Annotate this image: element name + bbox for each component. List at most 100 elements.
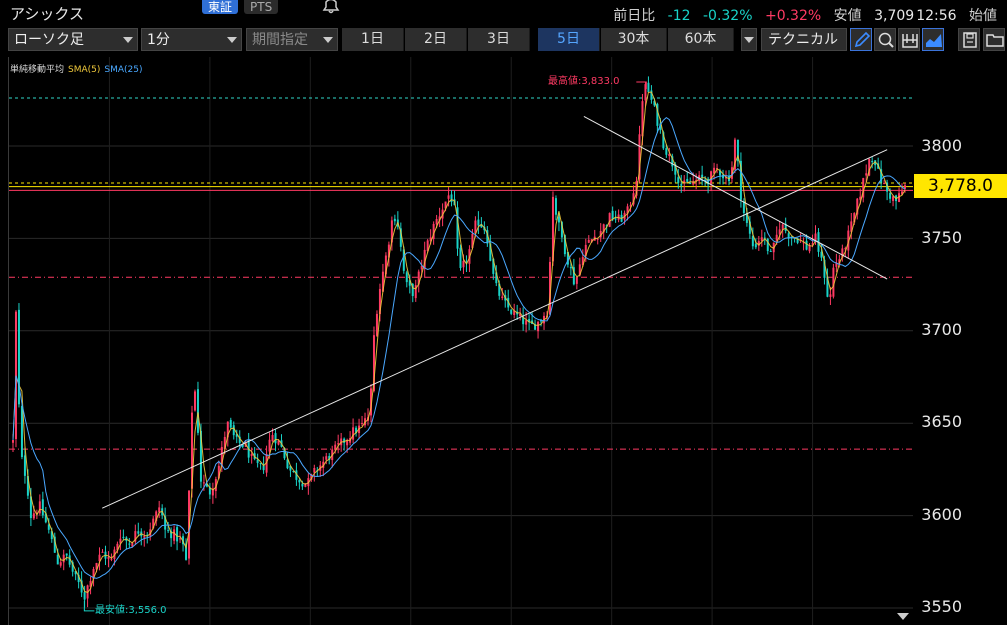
- candle-body: [769, 250, 772, 252]
- candle-body: [435, 219, 438, 225]
- candle-body: [122, 536, 125, 538]
- candle-body: [268, 439, 271, 452]
- price-chart[interactable]: [8, 57, 913, 625]
- range-60-bars-button[interactable]: 60本: [668, 28, 734, 51]
- candle-body: [677, 177, 680, 183]
- candle-body: [14, 311, 17, 439]
- low-value: 3,709: [874, 8, 915, 24]
- candle-body: [62, 554, 65, 563]
- legend-title: 単純移動平均: [10, 65, 65, 75]
- candle-body: [680, 184, 683, 186]
- candle-body: [829, 294, 832, 297]
- save-button[interactable]: [958, 28, 980, 51]
- candle-body: [575, 277, 578, 284]
- candle-body: [298, 479, 301, 483]
- period-select[interactable]: 期間指定: [246, 28, 338, 51]
- y-tick-label: 3700: [921, 320, 962, 339]
- zoom-icon: [878, 32, 894, 48]
- save-icon: [963, 32, 977, 48]
- folder-button[interactable]: [983, 28, 1005, 51]
- quote-summary: 前日比 -12 -0.32% +0.32% 安値 3,709 12:56 始値: [605, 5, 997, 25]
- alert-bell-icon[interactable]: [320, 0, 342, 14]
- y-tick-label: 3800: [921, 136, 962, 155]
- range-30-bars-button[interactable]: 30本: [601, 28, 667, 51]
- candle-body: [313, 467, 316, 473]
- candle-body: [405, 272, 408, 283]
- folder-icon: [986, 34, 1004, 47]
- candle-body: [611, 210, 614, 220]
- chevron-down-icon: [744, 37, 754, 43]
- candle-body: [474, 220, 477, 234]
- candle-body: [83, 592, 86, 600]
- indicator-legend: 単純移動平均 SMA(5) SMA(25): [10, 62, 143, 75]
- candle-body: [525, 320, 528, 325]
- high-price-label: 最高値:3,833.0: [548, 76, 620, 87]
- market-tab-tse[interactable]: 東証: [202, 0, 239, 14]
- candle-body: [101, 551, 104, 553]
- range-5d-button[interactable]: 5日: [538, 28, 600, 51]
- candle-body: [871, 161, 874, 163]
- low-label: 安値: [833, 8, 862, 24]
- range-1d-button[interactable]: 1日: [342, 28, 404, 51]
- pen-tool-button[interactable]: [850, 28, 872, 51]
- range-more-dropdown[interactable]: [741, 28, 757, 51]
- output-icon: [902, 34, 918, 48]
- candle-body: [41, 499, 44, 516]
- zoom-button[interactable]: [874, 28, 896, 51]
- change-value: -12: [667, 8, 691, 24]
- candle-body: [32, 513, 35, 519]
- candle-body: [865, 173, 868, 176]
- candle-body: [196, 389, 199, 433]
- period-value: 期間指定: [252, 32, 308, 48]
- candle-body: [447, 195, 450, 199]
- candle-body: [158, 507, 161, 513]
- candle-body: [12, 439, 14, 443]
- chart-toolbar: ローソク足 1分 期間指定 1日 2日 3日 5日 30本 60本 テクニカル: [0, 28, 1007, 54]
- candle-body: [256, 459, 259, 463]
- candle-body: [754, 243, 757, 248]
- candle-body: [596, 238, 599, 240]
- candle-body: [477, 219, 480, 226]
- candle-body: [554, 198, 557, 215]
- current-price-tag: 3,778.0: [914, 174, 1007, 198]
- sma5-line: [12, 91, 906, 594]
- chevron-down-icon: [227, 37, 237, 43]
- candle-body: [647, 82, 650, 93]
- interval-select[interactable]: 1分: [141, 28, 242, 51]
- chart-type-select[interactable]: ローソク足: [8, 28, 138, 51]
- change-label: 前日比: [613, 8, 656, 24]
- output-button[interactable]: [898, 28, 920, 51]
- candle-body: [501, 296, 504, 298]
- candle-body: [889, 192, 892, 199]
- candle-body: [193, 391, 196, 411]
- candle-body: [179, 538, 182, 540]
- candle-body: [587, 239, 590, 243]
- candle-body: [137, 531, 140, 534]
- open-label: 始値: [969, 8, 997, 24]
- candle-body: [202, 482, 205, 484]
- candle-body: [883, 183, 886, 185]
- chart-style-button[interactable]: [922, 28, 944, 51]
- trend-line: [101, 149, 888, 509]
- candle-body: [805, 240, 808, 250]
- candle-body: [325, 456, 328, 460]
- range-2d-button[interactable]: 2日: [405, 28, 467, 51]
- y-tick-label: 3550: [921, 597, 962, 616]
- candle-body: [59, 562, 62, 566]
- candle-body: [537, 321, 540, 332]
- technical-button[interactable]: テクニカル: [761, 28, 847, 51]
- scroll-down-icon[interactable]: [897, 613, 909, 620]
- low-price-label: 最安値:3,556.0: [95, 605, 167, 616]
- chevron-down-icon: [323, 37, 333, 43]
- candle-body: [614, 218, 617, 220]
- candle-body: [128, 543, 131, 545]
- range-3d-button[interactable]: 3日: [468, 28, 530, 51]
- candle-body: [271, 435, 274, 442]
- interval-value: 1分: [147, 32, 170, 48]
- candle-body: [361, 423, 364, 425]
- chart-style-icon: [926, 34, 942, 47]
- candle-body: [393, 218, 396, 222]
- candle-body: [510, 309, 513, 314]
- market-tab-pts[interactable]: PTS: [244, 0, 279, 14]
- stock-title: アシックス: [10, 5, 84, 23]
